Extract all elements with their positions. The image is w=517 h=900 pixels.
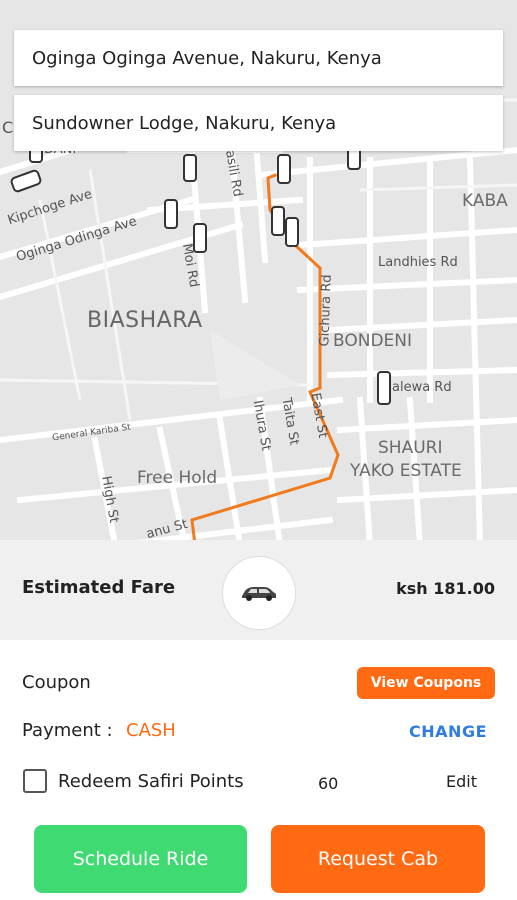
redeem-points-checkbox[interactable]: [23, 769, 47, 793]
car-icon: [242, 587, 276, 601]
map-label-kalewa: alewa Rd: [392, 380, 452, 395]
edit-points-link[interactable]: Edit: [446, 772, 477, 791]
pickup-address-field[interactable]: Oginga Oginga Avenue, Nakuru, Kenya: [14, 30, 503, 86]
coupon-label: Coupon: [22, 672, 91, 693]
map-label-bondeni: BONDENI: [333, 331, 413, 351]
map-label-freehold: Free Hold: [137, 468, 218, 488]
change-payment-link[interactable]: CHANGE: [409, 722, 487, 741]
redeem-points-label: Redeem Safiri Points: [58, 771, 244, 792]
map-label-c: C: [2, 118, 14, 137]
fare-bar: Estimated Fare ksh 181.00: [0, 540, 517, 640]
points-value: 60: [318, 774, 339, 793]
vehicle-type-selector[interactable]: [222, 556, 296, 630]
map-label-kaba: KABA: [462, 191, 508, 211]
estimated-fare-value: ksh 181.00: [396, 579, 495, 598]
dropoff-address-field[interactable]: Sundowner Lodge, Nakuru, Kenya: [14, 95, 503, 151]
map-label-yako: YAKO ESTATE: [350, 461, 462, 481]
payment-label: Payment :: [22, 720, 113, 741]
payment-method: CASH: [126, 720, 176, 741]
request-cab-button[interactable]: Request Cab: [271, 825, 485, 893]
view-coupons-button[interactable]: View Coupons: [357, 667, 495, 699]
estimated-fare-label: Estimated Fare: [22, 577, 176, 598]
map-label-landhies: Landhies Rd: [378, 255, 458, 270]
booking-panel: Coupon View Coupons Payment : CASH CHANG…: [0, 640, 517, 900]
map-label-biashara: BIASHARA: [87, 308, 203, 333]
map-label-shauri: SHAURI: [378, 438, 443, 458]
schedule-ride-button[interactable]: Schedule Ride: [34, 825, 247, 893]
map-view[interactable]: C DANI Kipchoge Ave Oginga Odinga Ave Mo…: [0, 0, 517, 545]
